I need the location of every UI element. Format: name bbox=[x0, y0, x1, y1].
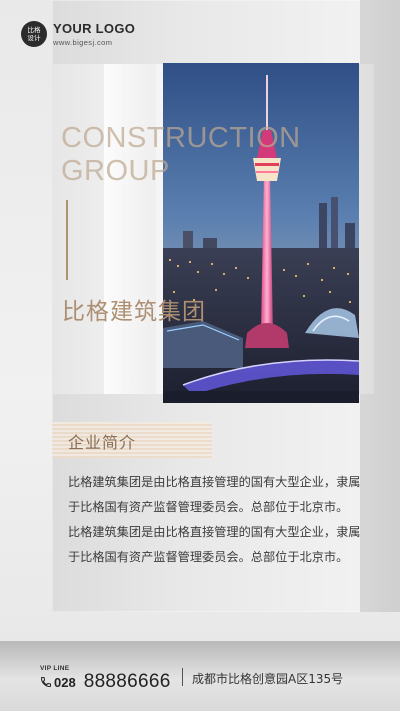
logo-badge-line1: 比格 bbox=[27, 26, 41, 34]
phone-number[interactable]: 88886666 bbox=[84, 671, 171, 693]
area-code: 028 bbox=[54, 675, 76, 690]
intro-paragraph: 比格建筑集团是由比格直接管理的国有大型企业，隶属于比格国有资产监督管理委员会。总… bbox=[68, 525, 361, 564]
headline-en: CONSTRUCTION GROUP bbox=[61, 122, 321, 188]
accent-vertical-line bbox=[66, 200, 68, 280]
headline-en-line2: GROUP bbox=[61, 155, 170, 187]
logo-url: www.bigesj.com bbox=[53, 37, 113, 47]
headline-en-line1: CONSTRUCTION bbox=[61, 122, 301, 154]
phone-icon bbox=[40, 677, 51, 688]
intro-paragraph: 比格建筑集团是由比格直接管理的国有大型企业，隶属于比格国有资产监督管理委员会。总… bbox=[68, 475, 361, 514]
logo-title: YOUR LOGO bbox=[53, 20, 136, 36]
phone-row[interactable]: 028 88886666 bbox=[40, 671, 171, 693]
section-title: 企业简介 bbox=[68, 433, 137, 452]
address: 成都市比格创意园A区135号 bbox=[192, 672, 344, 686]
logo-badge: 比格 设计 bbox=[21, 21, 47, 47]
logo-badge-line2: 设计 bbox=[27, 34, 41, 42]
intro-text: 比格建筑集团是由比格直接管理的国有大型企业，隶属于比格国有资产监督管理委员会。总… bbox=[68, 470, 368, 570]
footer-divider bbox=[182, 668, 183, 686]
light-decor-bar bbox=[104, 64, 156, 394]
hero-photo bbox=[163, 63, 359, 403]
logo: 比格 设计 YOUR LOGO www.bigesj.com bbox=[21, 21, 135, 47]
headline-cn: 比格建筑集团 bbox=[62, 299, 206, 325]
